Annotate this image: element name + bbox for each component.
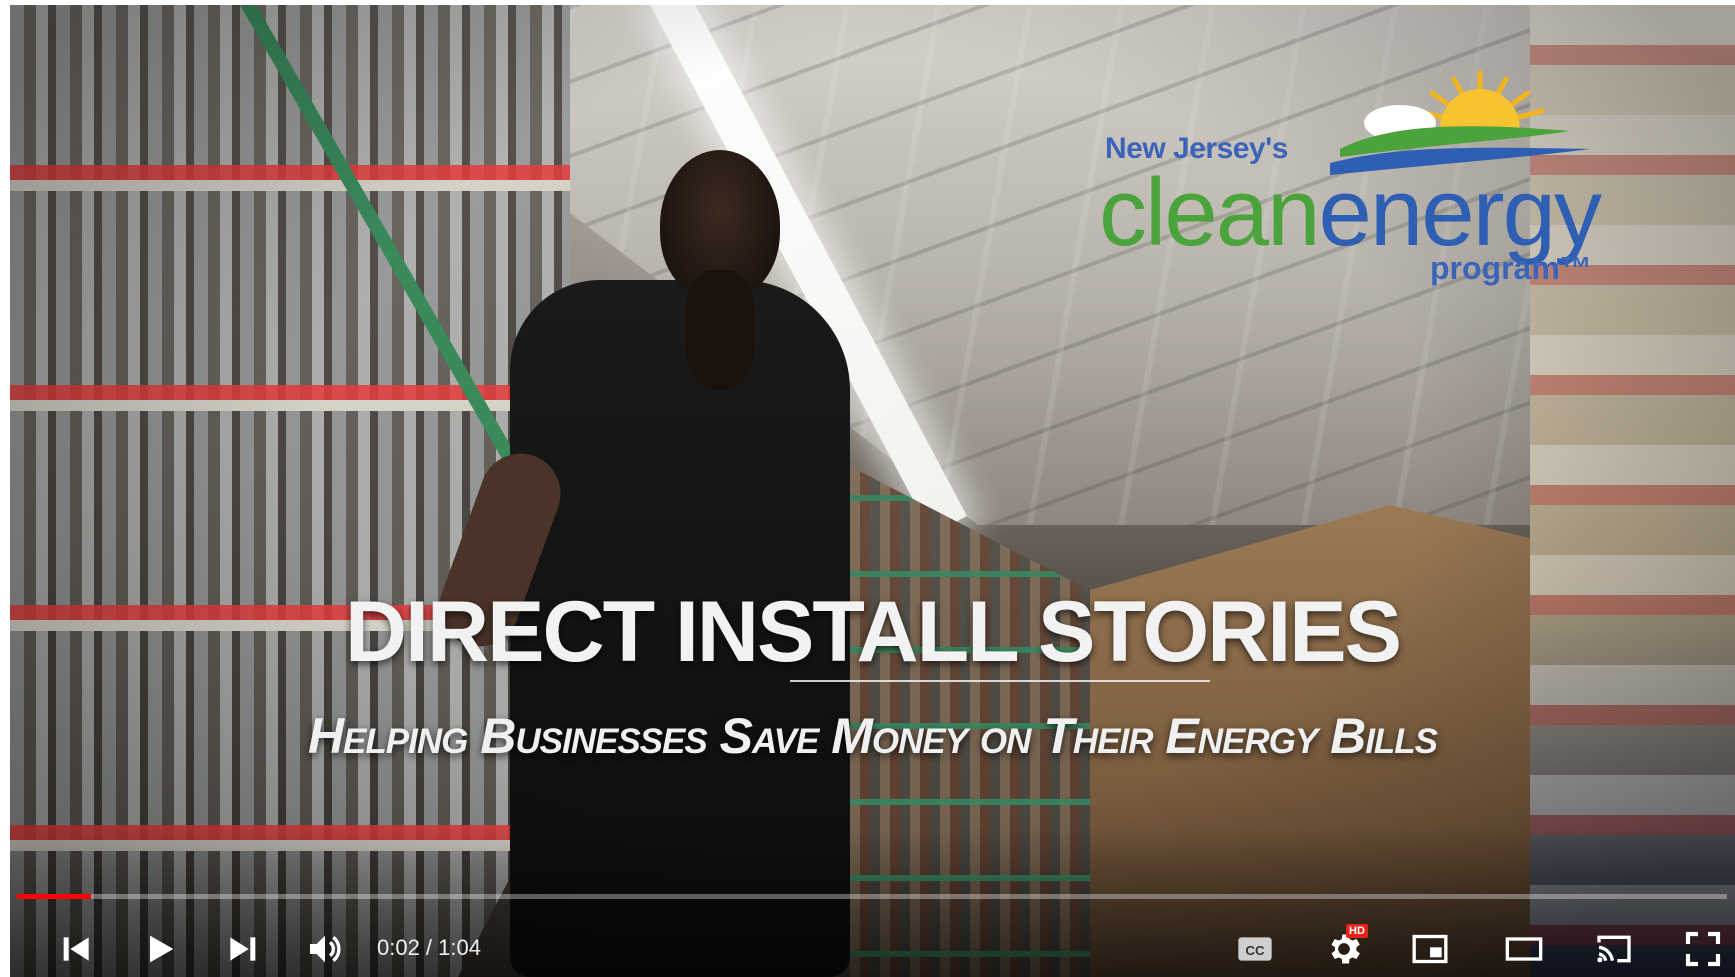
- theater-mode-button[interactable]: [1497, 922, 1551, 976]
- fullscreen-button[interactable]: [1676, 922, 1730, 976]
- logo-wordmark: cleanenergy: [1099, 163, 1602, 263]
- cast-icon: [1597, 935, 1631, 963]
- miniplayer-button[interactable]: [1403, 922, 1457, 976]
- settings-button[interactable]: HD: [1317, 922, 1371, 976]
- time-display: 0:02 / 1:04: [377, 935, 481, 960]
- captions-icon: CC: [1238, 937, 1272, 961]
- theater-mode-icon: [1505, 937, 1543, 961]
- logo-wordmark-clean: clean: [1099, 159, 1320, 266]
- logo-program: program™: [1430, 250, 1592, 286]
- hd-badge: HD: [1346, 924, 1368, 938]
- next-icon: [230, 937, 256, 961]
- fullscreen-icon: [1685, 931, 1721, 967]
- video-title: DIRECT INSTALL STORIES: [345, 584, 1402, 680]
- progress-bar[interactable]: [17, 894, 1727, 899]
- play-button[interactable]: [133, 922, 187, 976]
- next-button[interactable]: [215, 922, 269, 976]
- title-divider: [790, 680, 1210, 682]
- previous-icon: [63, 937, 89, 961]
- miniplayer-icon: [1412, 934, 1448, 964]
- play-icon: [150, 935, 174, 963]
- clean-energy-logo: New Jersey's cleanenergy program™: [1099, 65, 1625, 315]
- volume-button[interactable]: [298, 922, 352, 976]
- svg-text:CC: CC: [1245, 943, 1265, 958]
- video-player[interactable]: New Jersey's cleanenergy program™ DIRECT…: [10, 5, 1735, 977]
- captions-button[interactable]: CC: [1228, 922, 1282, 976]
- cast-button[interactable]: [1587, 922, 1641, 976]
- volume-icon: [310, 935, 341, 963]
- previous-button[interactable]: [50, 922, 104, 976]
- progress-played: [17, 894, 91, 899]
- video-subtitle: Helping Businesses Save Money on Their E…: [307, 708, 1438, 764]
